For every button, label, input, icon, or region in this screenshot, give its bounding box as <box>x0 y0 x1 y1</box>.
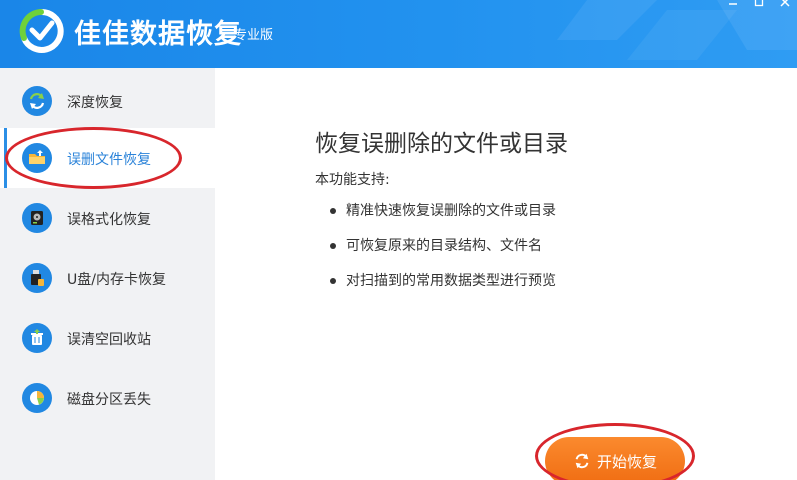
app-logo-icon <box>19 8 64 53</box>
sidebar: 深度恢复 误删文件恢复 误格式化恢复 U盘/内存卡恢复 误清空回收站 磁盘分区丢… <box>0 68 215 480</box>
start-recovery-label: 开始恢复 <box>596 453 657 471</box>
window-controls <box>727 0 791 8</box>
feature-intro: 本功能支持: <box>315 172 390 188</box>
sidebar-item-label: 误格式化恢复 <box>67 212 151 228</box>
folder-upload-icon <box>22 143 52 173</box>
maximize-icon[interactable] <box>753 0 765 8</box>
pie-chart-icon <box>22 383 52 413</box>
sidebar-item-deep-recovery[interactable]: 深度恢复 <box>0 71 215 131</box>
close-icon[interactable] <box>779 0 791 8</box>
main-panel: 恢复误删除的文件或目录 本功能支持: 精准快速恢复误删除的文件或目录 可恢复原来… <box>215 68 797 480</box>
refresh-icon <box>575 453 589 469</box>
app-edition: 专业版 <box>234 28 274 43</box>
recycle-bin-icon <box>22 323 52 353</box>
sidebar-item-deleted-files[interactable]: 误删文件恢复 <box>0 128 215 188</box>
app-window: 佳佳数据恢复 专业版 深度恢复 误删文件恢复 误格式化恢复 U盘/内存卡恢复 误… <box>0 0 797 480</box>
sidebar-item-label: 磁盘分区丢失 <box>67 392 151 408</box>
usb-drive-icon <box>22 263 52 293</box>
feature-list: 精准快速恢复误删除的文件或目录 可恢复原来的目录结构、文件名 对扫描到的常用数据… <box>329 200 556 305</box>
sidebar-item-partition-lost[interactable]: 磁盘分区丢失 <box>0 368 215 428</box>
sidebar-item-label: 误删文件恢复 <box>67 152 151 168</box>
minimize-icon[interactable] <box>727 0 739 8</box>
hard-disk-icon <box>22 203 52 233</box>
header-decoration <box>557 0 797 60</box>
page-title: 恢复误删除的文件或目录 <box>315 131 568 157</box>
start-recovery-button[interactable]: 开始恢复 <box>545 437 685 480</box>
list-item: 对扫描到的常用数据类型进行预览 <box>329 270 556 305</box>
sidebar-item-label: 误清空回收站 <box>67 332 151 348</box>
list-item: 精准快速恢复误删除的文件或目录 <box>329 200 556 235</box>
sidebar-item-usb-recovery[interactable]: U盘/内存卡恢复 <box>0 248 215 308</box>
sidebar-item-label: 深度恢复 <box>67 95 123 111</box>
list-item: 可恢复原来的目录结构、文件名 <box>329 235 556 270</box>
app-title: 佳佳数据恢复 <box>74 19 242 50</box>
sidebar-item-recycle-bin[interactable]: 误清空回收站 <box>0 308 215 368</box>
sidebar-item-label: U盘/内存卡恢复 <box>67 272 166 288</box>
sidebar-item-format-recovery[interactable]: 误格式化恢复 <box>0 188 215 248</box>
title-bar: 佳佳数据恢复 专业版 <box>0 0 797 68</box>
refresh-circle-icon <box>22 86 52 116</box>
